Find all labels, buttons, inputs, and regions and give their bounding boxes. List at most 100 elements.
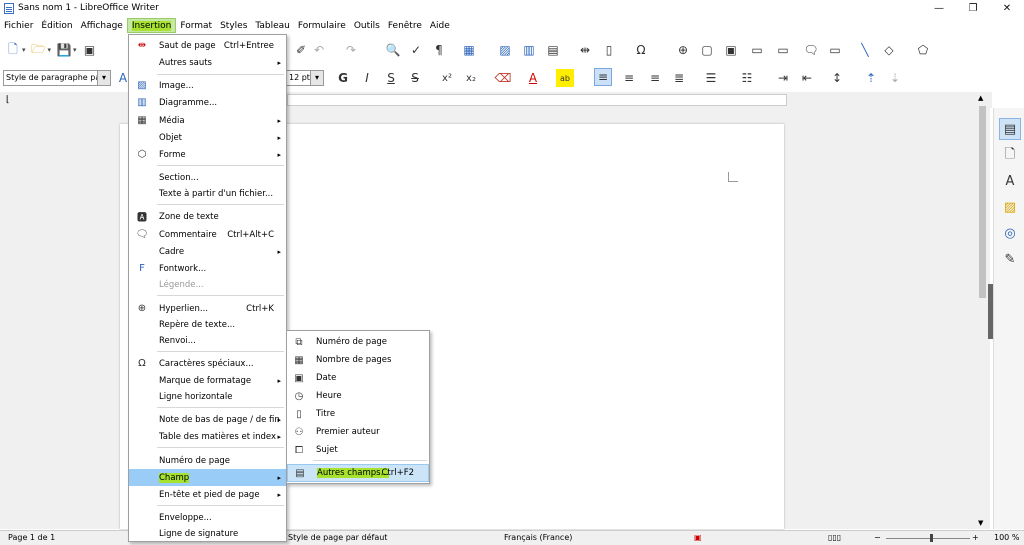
basic-shapes-icon[interactable]: ◇ (880, 41, 898, 59)
insert-textbox-icon[interactable]: ▤ (544, 41, 562, 59)
numbered-list-icon[interactable]: ☷ (738, 69, 756, 87)
navigator-icon[interactable]: ◎ (999, 222, 1021, 244)
line-spacing-icon[interactable]: ↕ (828, 69, 846, 87)
font-size-select[interactable]: 12 pt (286, 70, 324, 86)
field-titre[interactable]: ▯ Titre (287, 405, 429, 423)
menu-insertion[interactable]: Insertion (126, 18, 177, 33)
spellcheck-icon[interactable]: ✓ (407, 41, 425, 59)
zoom-slider-knob[interactable] (930, 534, 933, 542)
menu-item-fontwork[interactable]: F Fontwork... (129, 260, 286, 277)
redo-icon[interactable]: ↷ (342, 41, 360, 59)
underline-button[interactable]: S (382, 69, 400, 87)
scroll-up-icon[interactable]: ▲ (978, 94, 983, 102)
menu-item-zone-de-texte[interactable]: 🅰 Zone de texte (129, 208, 286, 225)
export-pdf-icon[interactable]: ▣ (81, 41, 99, 59)
special-character-icon[interactable]: Ω (632, 41, 650, 59)
insert-field-icon[interactable]: ▯ (600, 41, 618, 59)
paragraph-style-select[interactable]: Style de paragraphe par (3, 70, 111, 86)
menu-fichier[interactable]: Fichier (0, 18, 37, 33)
maximize-button[interactable]: ❐ (956, 0, 990, 16)
menu-item-objet[interactable]: Objet ▸ (129, 129, 286, 146)
menu-item-ligne-de-signature[interactable]: Ligne de signature (129, 525, 286, 542)
menu-item-en-tete-pied-de-page[interactable]: En-tête et pied de page ▸ (129, 486, 286, 503)
menu-item-autres-sauts[interactable]: Autres sauts ▸ (129, 54, 286, 71)
endnote-icon[interactable]: ▣ (722, 41, 740, 59)
field-premier-auteur[interactable]: ⚇ Premier auteur (287, 423, 429, 441)
new-document-icon[interactable]: 🗋 (4, 41, 22, 59)
track-changes-icon[interactable]: ▭ (826, 41, 844, 59)
menu-item-commentaire[interactable]: 🗨 Commentaire Ctrl+Alt+C (129, 226, 286, 243)
menu-item-renvoi[interactable]: Renvoi... (129, 332, 286, 349)
menu-item-image[interactable]: ▨ Image... (129, 77, 286, 94)
bookmark-icon[interactable]: ▭ (748, 41, 766, 59)
menu-fenetre[interactable]: Fenêtre (384, 18, 426, 33)
menu-item-saut-de-page[interactable]: ⇹ Saut de page Ctrl+Entree (129, 37, 286, 54)
page-style-status[interactable]: Style de page par défaut (288, 533, 387, 542)
menu-item-champ[interactable]: Champ ▸ (129, 469, 286, 486)
styles-icon[interactable]: A (999, 170, 1021, 192)
menu-item-media[interactable]: ▦ Média ▸ (129, 112, 286, 129)
find-replace-icon[interactable]: 🔍 (384, 41, 402, 59)
clear-formatting-icon[interactable]: ⌫ (494, 69, 512, 87)
increase-paragraph-spacing-icon[interactable]: ⇡ (862, 69, 880, 87)
draw-functions-icon[interactable]: ⬠ (914, 41, 932, 59)
font-color-button[interactable]: A (524, 69, 542, 87)
field-heure[interactable]: ◷ Heure (287, 387, 429, 405)
menu-item-enveloppe[interactable]: Enveloppe... (129, 509, 286, 526)
footnote-icon[interactable]: ▢ (698, 41, 716, 59)
menu-item-forme[interactable]: ⬡ Forme ▸ (129, 146, 286, 163)
insert-chart-icon[interactable]: ▥ (520, 41, 538, 59)
menu-item-diagramme[interactable]: ▥ Diagramme... (129, 94, 286, 111)
zoom-in-icon[interactable]: + (972, 533, 979, 542)
field-date[interactable]: ▣ Date (287, 369, 429, 387)
save-icon[interactable]: 💾 (55, 41, 73, 59)
menu-tableau[interactable]: Tableau (251, 18, 294, 33)
minimize-button[interactable]: — (922, 0, 956, 16)
open-folder-icon[interactable]: 🗁 (30, 41, 48, 59)
align-right-button[interactable]: ≡ (646, 69, 664, 87)
tab-stop-icon[interactable]: ⌊ (6, 95, 10, 105)
undo-icon[interactable]: ↶ (310, 41, 328, 59)
clone-formatting-icon[interactable]: ✐ (292, 41, 310, 59)
menu-item-caracteres-speciaux[interactable]: Ω Caractères spéciaux... (129, 355, 286, 372)
scrollbar-thumb[interactable] (979, 106, 986, 298)
menu-formulaire[interactable]: Formulaire (294, 18, 350, 33)
superscript-button[interactable]: x² (438, 69, 456, 87)
increase-indent-icon[interactable]: ⇥ (774, 69, 792, 87)
scroll-down-icon[interactable]: ▼ (978, 519, 983, 527)
properties-icon[interactable]: ▤ (999, 118, 1021, 140)
menu-item-numero-de-page[interactable]: Numéro de page (129, 452, 286, 469)
language-status[interactable]: Français (France) (504, 533, 572, 542)
menu-affichage[interactable]: Affichage (77, 18, 127, 33)
line-icon[interactable]: ╲ (856, 41, 874, 59)
cross-reference-icon[interactable]: ▭ (774, 41, 792, 59)
subscript-button[interactable]: x₂ (462, 69, 480, 87)
menu-item-texte-fichier[interactable]: Texte à partir d'un fichier... (129, 185, 286, 202)
page-break-icon[interactable]: ⇹ (576, 41, 594, 59)
menu-aide[interactable]: Aide (426, 18, 454, 33)
zoom-level[interactable]: 100 % (994, 533, 1019, 542)
strikethrough-button[interactable]: S (406, 69, 424, 87)
manage-changes-icon[interactable]: ✎ (999, 248, 1021, 270)
menu-item-marque-de-formatage[interactable]: Marque de formatage ▸ (129, 372, 286, 389)
menu-item-table-des-matieres[interactable]: Table des matières et index ▸ (129, 428, 286, 445)
comment-icon[interactable]: 🗨 (802, 41, 820, 59)
menu-item-cadre[interactable]: Cadre ▸ (129, 243, 286, 260)
menu-item-note-bas-de-page[interactable]: Note de bas de page / de fin ▸ (129, 411, 286, 428)
zoom-out-icon[interactable]: − (874, 533, 881, 542)
field-numero-de-page[interactable]: ⧉ Numéro de page (287, 333, 429, 351)
menu-item-section[interactable]: Section... (129, 169, 286, 186)
horizontal-ruler[interactable] (287, 94, 787, 106)
decrease-paragraph-spacing-icon[interactable]: ⇣ (886, 69, 904, 87)
menu-edition[interactable]: Édition (37, 18, 76, 33)
highlight-button[interactable]: ab (556, 69, 574, 87)
menu-format[interactable]: Format (176, 18, 216, 33)
close-button[interactable]: ✕ (990, 0, 1024, 16)
align-center-button[interactable]: ≡ (620, 69, 638, 87)
gallery-icon[interactable]: ▨ (999, 196, 1021, 218)
field-autres-champs[interactable]: ▤ Autres champs... Ctrl+F2 (287, 464, 429, 482)
align-left-button[interactable]: ≡ (594, 68, 612, 86)
menu-styles[interactable]: Styles (216, 18, 251, 33)
field-nombre-de-pages[interactable]: ▦ Nombre de pages (287, 351, 429, 369)
view-layout-icon[interactable]: ▯▯▯ (828, 533, 841, 542)
